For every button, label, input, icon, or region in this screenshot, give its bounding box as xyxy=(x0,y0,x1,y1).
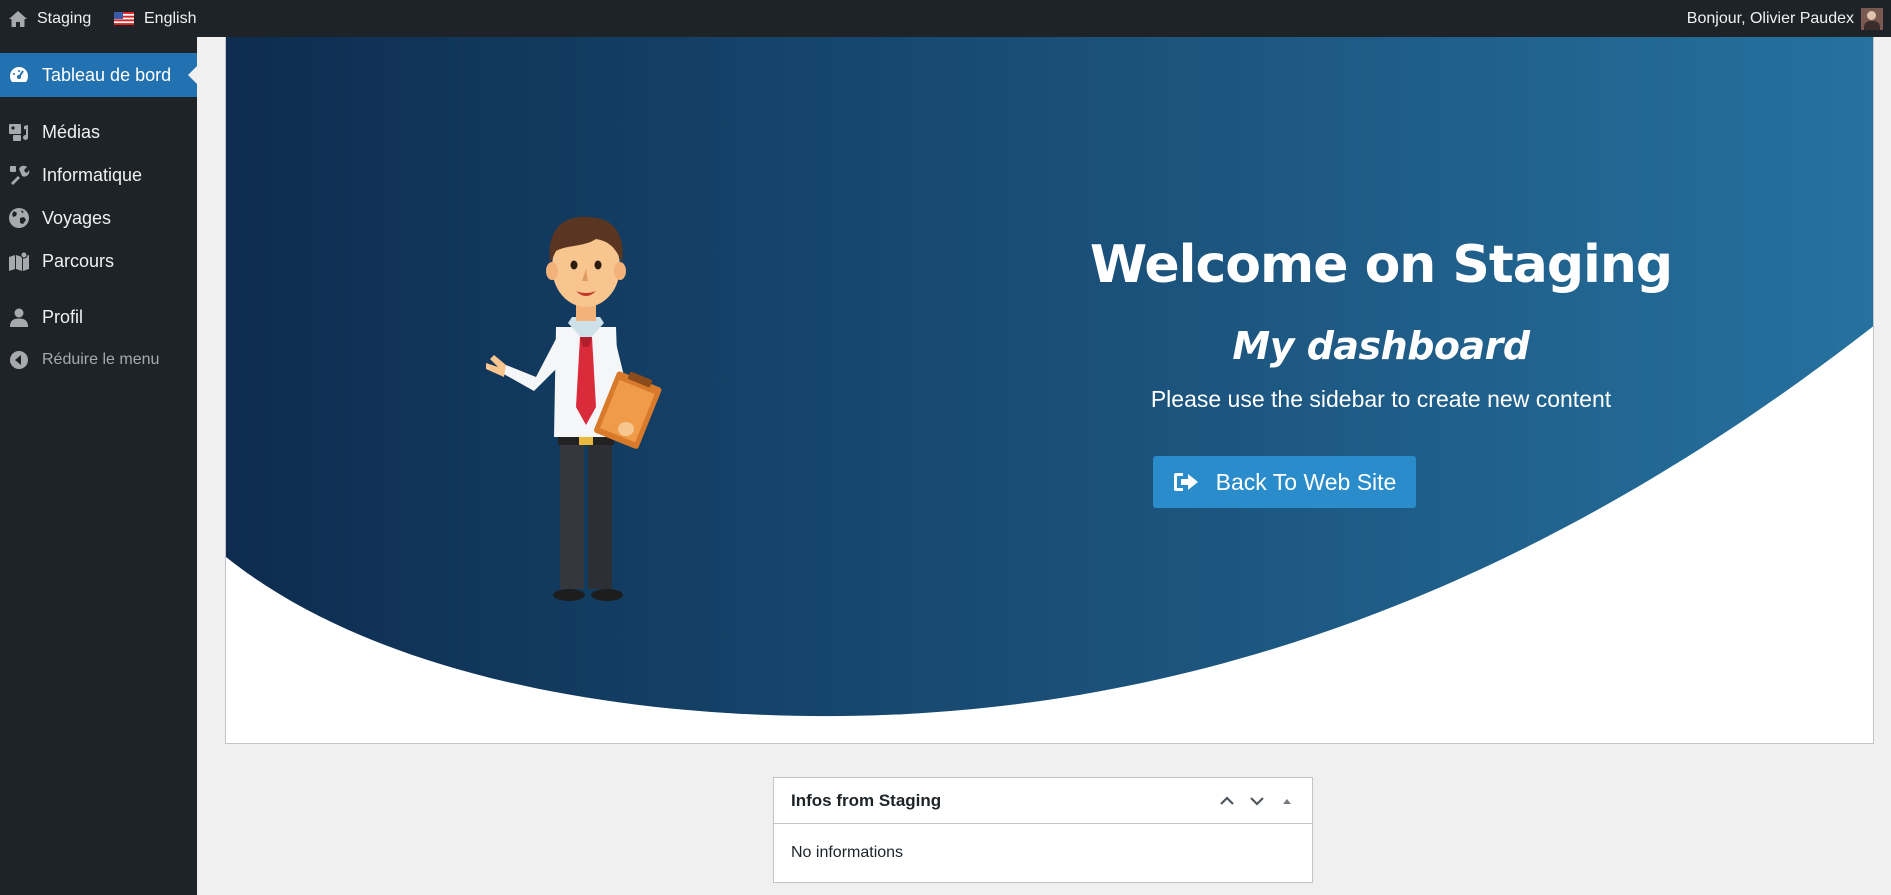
triangle-up-icon xyxy=(1283,799,1291,804)
sidebar-item-label: Médias xyxy=(42,121,101,142)
infos-postbox: Infos from Staging No informations xyxy=(773,777,1313,883)
move-up-button[interactable] xyxy=(1212,786,1242,816)
welcome-panel: Welcome on Staging My dashboard Please u… xyxy=(225,37,1874,744)
sidebar-item-profil[interactable]: Profil xyxy=(0,295,197,339)
home-icon xyxy=(9,10,27,27)
map-icon xyxy=(9,251,29,271)
postbox-header: Infos from Staging xyxy=(774,778,1312,824)
user-icon xyxy=(10,308,28,327)
collapse-menu-label: Réduire le menu xyxy=(42,351,160,368)
user-account-menu[interactable]: Bonjour, Olivier Paudex xyxy=(1687,0,1883,37)
admin-sidebar: Tableau de bord Médias Informatique Voya… xyxy=(0,37,197,895)
welcome-subtitle: My dashboard xyxy=(1232,324,1530,368)
back-to-website-button[interactable]: Back To Web Site xyxy=(1153,456,1416,508)
sidebar-item-label: Tableau de bord xyxy=(42,64,172,85)
collapse-menu-button[interactable]: Réduire le menu xyxy=(0,338,197,382)
welcome-instructions: Please use the sidebar to create new con… xyxy=(1150,386,1612,412)
postbox-title: Infos from Staging xyxy=(791,790,942,810)
sidebar-item-informatique[interactable]: Informatique xyxy=(0,153,197,197)
dashboard-icon xyxy=(9,67,29,82)
admin-bar: Staging English Bonjour, Olivier Paudex xyxy=(0,0,1891,37)
collapse-arrow-icon xyxy=(10,351,28,369)
chevron-down-icon xyxy=(1250,797,1264,806)
postbox-controls xyxy=(1212,778,1302,824)
site-home-link[interactable]: Staging xyxy=(8,0,91,37)
sign-out-icon xyxy=(1173,473,1198,491)
user-greeting: Bonjour, Olivier Paudex xyxy=(1686,9,1854,27)
tools-icon xyxy=(10,165,30,185)
user-avatar xyxy=(1861,7,1883,30)
sidebar-item-label: Voyages xyxy=(42,207,112,228)
sidebar-item-dashboard[interactable]: Tableau de bord xyxy=(0,53,197,97)
sidebar-item-medias[interactable]: Médias xyxy=(0,110,197,154)
move-down-button[interactable] xyxy=(1242,786,1272,816)
sidebar-item-parcours[interactable]: Parcours xyxy=(0,239,197,283)
businessman-illustration xyxy=(486,216,662,601)
language-switcher[interactable]: English xyxy=(114,0,196,37)
us-flag-icon xyxy=(114,12,134,25)
globe-icon xyxy=(9,208,29,228)
welcome-title: Welcome on Staging xyxy=(1089,235,1673,295)
toggle-panel-button[interactable] xyxy=(1272,786,1302,816)
language-label: English xyxy=(144,9,197,27)
sidebar-item-voyages[interactable]: Voyages xyxy=(0,196,197,240)
sidebar-item-label: Profil xyxy=(42,306,84,327)
sidebar-item-label: Informatique xyxy=(42,164,143,185)
chevron-up-icon xyxy=(1220,796,1234,805)
postbox-body: No informations xyxy=(791,844,904,861)
media-icon xyxy=(9,124,29,141)
sidebar-item-label: Parcours xyxy=(42,250,115,271)
back-to-website-label: Back To Web Site xyxy=(1215,468,1397,495)
site-name: Staging xyxy=(37,9,92,27)
